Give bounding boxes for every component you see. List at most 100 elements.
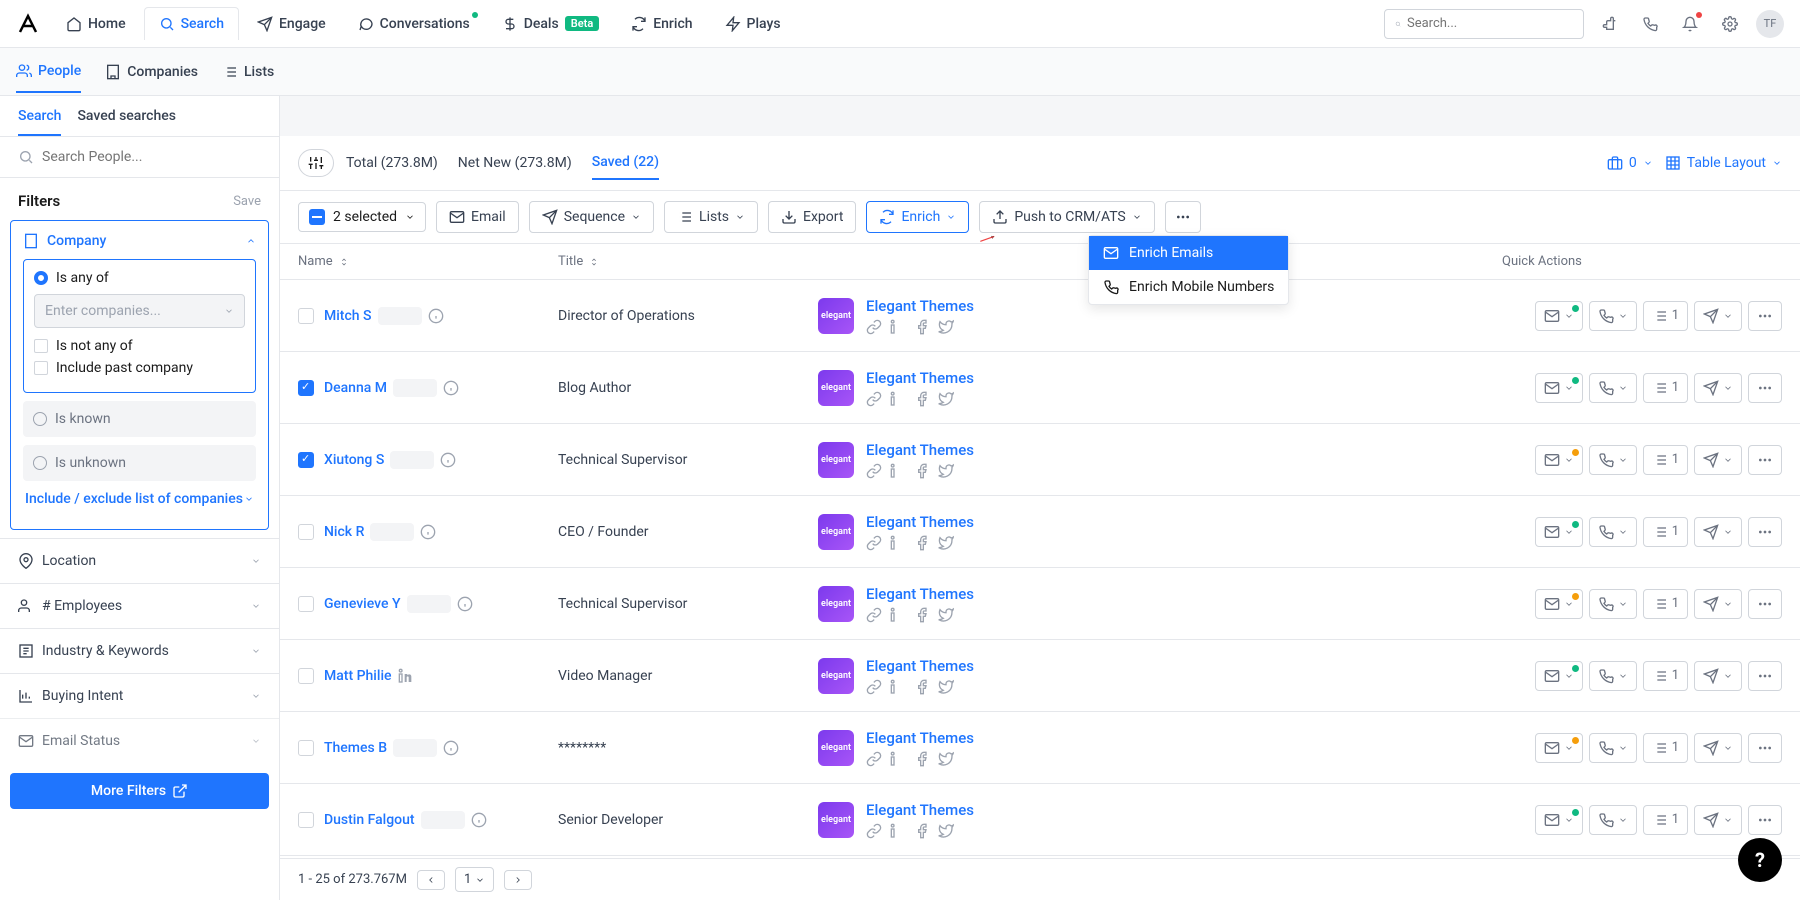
save-filters-link[interactable]: Save [233, 194, 261, 209]
nav-plays[interactable]: Plays [711, 8, 795, 40]
qa-list-button[interactable]: 1 [1643, 661, 1688, 691]
qa-phone-button[interactable] [1589, 373, 1637, 403]
row-checkbox[interactable] [298, 452, 314, 468]
qa-list-button[interactable]: 1 [1643, 589, 1688, 619]
link-icon[interactable] [866, 391, 882, 407]
qa-list-button[interactable]: 1 [1643, 733, 1688, 763]
prev-page-button[interactable] [417, 870, 445, 890]
email-button[interactable]: Email [436, 201, 519, 233]
twitter-icon[interactable] [938, 679, 954, 695]
link-icon[interactable] [866, 607, 882, 623]
qa-more-button[interactable] [1748, 445, 1782, 475]
nav-enrich[interactable]: Enrich [617, 8, 706, 40]
row-checkbox[interactable] [298, 668, 314, 684]
twitter-icon[interactable] [938, 319, 954, 335]
qa-send-button[interactable] [1694, 517, 1742, 547]
link-icon[interactable] [866, 319, 882, 335]
more-actions-button[interactable] [1165, 201, 1201, 233]
info-icon[interactable] [457, 596, 473, 612]
filter-buying-intent[interactable]: Buying Intent [0, 673, 279, 718]
info-icon[interactable] [443, 740, 459, 756]
qa-phone-button[interactable] [1589, 517, 1637, 547]
enrich-emails-item[interactable]: Enrich Emails [1089, 236, 1288, 270]
qa-email-button[interactable] [1535, 301, 1583, 331]
qa-send-button[interactable] [1694, 805, 1742, 835]
qa-email-button[interactable] [1535, 733, 1583, 763]
person-name-link[interactable]: Genevieve Y [324, 596, 401, 612]
global-search-input[interactable] [1407, 16, 1573, 31]
global-search[interactable] [1384, 9, 1584, 39]
qa-send-button[interactable] [1694, 589, 1742, 619]
page-select[interactable]: 1 [455, 867, 494, 892]
link-icon[interactable] [866, 463, 882, 479]
facebook-icon[interactable] [914, 463, 930, 479]
qa-send-button[interactable] [1694, 661, 1742, 691]
help-button[interactable]: ? [1738, 838, 1782, 882]
enrich-button[interactable]: Enrich [866, 201, 969, 233]
person-name-link[interactable]: Dustin Falgout [324, 812, 415, 828]
person-name-link[interactable]: Matt Philie [324, 668, 392, 684]
qa-phone-button[interactable] [1589, 589, 1637, 619]
qa-list-button[interactable]: 1 [1643, 373, 1688, 403]
qa-more-button[interactable] [1748, 301, 1782, 331]
next-page-button[interactable] [504, 870, 532, 890]
row-checkbox[interactable] [298, 308, 314, 324]
people-search-input[interactable] [42, 149, 261, 165]
qa-list-button[interactable]: 1 [1643, 301, 1688, 331]
qa-more-button[interactable] [1748, 733, 1782, 763]
subnav-people[interactable]: People [16, 51, 81, 93]
linkedin-icon[interactable] [890, 535, 906, 551]
linkedin-icon[interactable] [890, 463, 906, 479]
twitter-icon[interactable] [938, 463, 954, 479]
company-link[interactable]: Elegant Themes [866, 441, 974, 459]
nav-search[interactable]: Search [144, 7, 239, 40]
bell-icon[interactable] [1676, 10, 1704, 38]
export-button[interactable]: Export [768, 201, 856, 233]
link-icon[interactable] [866, 679, 882, 695]
avatar[interactable]: TF [1756, 10, 1784, 38]
company-link[interactable]: Elegant Themes [866, 657, 974, 675]
qa-send-button[interactable] [1694, 373, 1742, 403]
twitter-icon[interactable] [938, 535, 954, 551]
layout-selector[interactable]: Table Layout [1665, 155, 1782, 171]
qa-list-button[interactable]: 1 [1643, 517, 1688, 547]
nav-engage[interactable]: Engage [243, 8, 340, 40]
company-link[interactable]: Elegant Themes [866, 801, 974, 819]
qa-send-button[interactable] [1694, 445, 1742, 475]
linkedin-icon[interactable] [890, 751, 906, 767]
info-icon[interactable] [428, 308, 444, 324]
include-exclude-link[interactable]: Include / exclude list of companies [23, 481, 256, 517]
linkedin-icon[interactable] [890, 823, 906, 839]
qa-phone-button[interactable] [1589, 805, 1637, 835]
sort-icon[interactable] [339, 257, 349, 267]
qa-email-button[interactable] [1535, 661, 1583, 691]
twitter-icon[interactable] [938, 823, 954, 839]
qa-phone-button[interactable] [1589, 301, 1637, 331]
facebook-icon[interactable] [914, 751, 930, 767]
qa-email-button[interactable] [1535, 805, 1583, 835]
selection-chip[interactable]: 2 selected [298, 202, 426, 232]
check-is-not-any-of[interactable]: Is not any of [34, 338, 245, 354]
extension-icon[interactable] [1596, 10, 1624, 38]
qa-list-button[interactable]: 1 [1643, 805, 1688, 835]
sequence-button[interactable]: Sequence [529, 201, 654, 233]
person-name-link[interactable]: Deanna M [324, 380, 387, 396]
filter-location[interactable]: Location [0, 538, 279, 583]
enrich-mobile-item[interactable]: Enrich Mobile Numbers [1089, 270, 1288, 304]
facebook-icon[interactable] [914, 319, 930, 335]
briefcase-count[interactable]: 0 [1607, 155, 1653, 171]
company-link[interactable]: Elegant Themes [866, 369, 974, 387]
seg-total[interactable]: Total (273.8M) [346, 147, 438, 179]
person-name-link[interactable]: Nick R [324, 524, 364, 540]
qa-more-button[interactable] [1748, 589, 1782, 619]
nav-conversations[interactable]: Conversations [344, 8, 484, 40]
sidebar-tab-search[interactable]: Search [18, 108, 61, 136]
linkedin-icon[interactable] [890, 391, 906, 407]
push-crm-button[interactable]: Push to CRM/ATS [979, 201, 1154, 233]
company-link[interactable]: Elegant Themes [866, 729, 974, 747]
link-icon[interactable] [866, 823, 882, 839]
qa-phone-button[interactable] [1589, 733, 1637, 763]
qa-send-button[interactable] [1694, 301, 1742, 331]
filter-company-header[interactable]: Company [23, 233, 256, 249]
filter-toggle-button[interactable] [298, 149, 334, 177]
